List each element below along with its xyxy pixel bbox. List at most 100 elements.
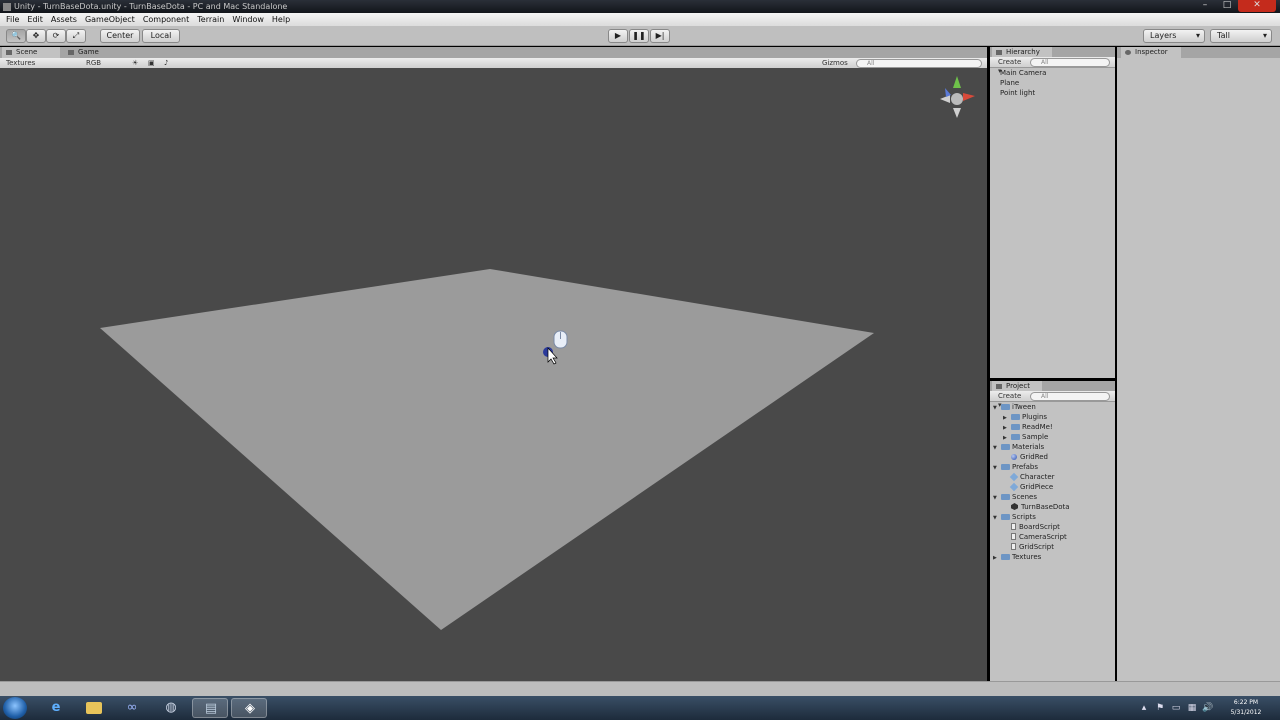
project-item[interactable]: Character bbox=[1003, 472, 1055, 482]
inspector-tabbar: Inspector bbox=[1117, 47, 1280, 58]
project-item-label: ReadMe! bbox=[1022, 423, 1053, 431]
windows-taskbar: e ∞ ◍ ▤ ◈ ▴ ⚑ ▭ ▦ 🔊 6:22 PM 5/31/2012 bbox=[0, 696, 1280, 720]
infinity-icon: ∞ bbox=[126, 700, 138, 715]
space-toggle-button[interactable]: Local bbox=[142, 29, 180, 43]
minimize-button[interactable]: – bbox=[1194, 0, 1216, 12]
hierarchy-create-dropdown[interactable]: Create ▾ bbox=[998, 58, 1026, 75]
lighting-toggle[interactable]: ☀ bbox=[132, 59, 142, 68]
pause-button[interactable]: ❚❚ bbox=[629, 29, 649, 43]
hierarchy-item-label: Plane bbox=[1000, 79, 1020, 87]
project-search-input[interactable]: All bbox=[1030, 392, 1110, 401]
hierarchy-item[interactable]: Main Camera bbox=[1000, 68, 1046, 78]
project-item[interactable]: TurnBaseDota bbox=[1003, 502, 1070, 512]
flag-icon[interactable]: ⚑ bbox=[1152, 696, 1168, 720]
tab-scene[interactable]: Scene bbox=[2, 47, 60, 58]
menu-component[interactable]: Component bbox=[139, 13, 193, 26]
info-icon bbox=[1125, 50, 1131, 55]
start-button[interactable] bbox=[3, 697, 27, 719]
close-button[interactable]: ✕ bbox=[1238, 0, 1276, 12]
expand-down-icon[interactable]: ▼ bbox=[993, 493, 1001, 503]
rotate-tool-button[interactable]: ⟳ bbox=[46, 29, 66, 43]
hierarchy-control-bar: Create ▾ All bbox=[990, 57, 1115, 75]
tab-inspector[interactable]: Inspector bbox=[1121, 47, 1181, 58]
pivot-label: Center bbox=[106, 31, 134, 40]
hand-tool-button[interactable]: 🔍 bbox=[6, 29, 26, 43]
project-item[interactable]: CameraScript bbox=[1003, 532, 1067, 542]
project-item[interactable]: BoardScript bbox=[1003, 522, 1060, 532]
project-item[interactable]: GridRed bbox=[1003, 452, 1048, 462]
gizmo-z-axis[interactable] bbox=[945, 88, 951, 97]
taskbar-ie[interactable]: e bbox=[38, 698, 74, 718]
taskbar-unity[interactable]: ◈ bbox=[231, 698, 267, 718]
script-icon bbox=[1011, 543, 1016, 550]
hierarchy-item[interactable]: Point light bbox=[1000, 88, 1035, 98]
clock-time: 6:22 PM bbox=[1233, 699, 1259, 706]
taskbar-explorer[interactable] bbox=[76, 698, 112, 718]
step-button[interactable]: ▶| bbox=[650, 29, 670, 43]
project-icon bbox=[996, 384, 1002, 389]
gizmo-neg-y-axis[interactable] bbox=[953, 108, 961, 118]
rotate-icon: ⟳ bbox=[52, 31, 60, 40]
scale-tool-button[interactable]: ⤢ bbox=[66, 29, 86, 43]
menu-gameobject[interactable]: GameObject bbox=[81, 13, 139, 26]
folder-icon bbox=[1011, 414, 1020, 420]
project-create-dropdown[interactable]: Create ▾ bbox=[998, 392, 1026, 409]
hierarchy-item[interactable]: Plane bbox=[1000, 78, 1019, 88]
project-item-label: BoardScript bbox=[1019, 523, 1060, 531]
taskbar-app[interactable]: ∞ bbox=[114, 698, 150, 718]
show-hidden-icons[interactable]: ▴ bbox=[1136, 696, 1152, 720]
project-item-label: Textures bbox=[1012, 553, 1042, 561]
draw-mode-dropdown[interactable]: Textures bbox=[6, 59, 76, 68]
project-item-label: Prefabs bbox=[1012, 463, 1038, 471]
prefab-icon bbox=[1009, 482, 1019, 492]
document-icon: ▤ bbox=[204, 701, 218, 716]
pivot-toggle-button[interactable]: Center bbox=[100, 29, 140, 43]
move-tool-button[interactable]: ✥ bbox=[26, 29, 46, 43]
layout-dropdown[interactable]: Tall ▾ bbox=[1210, 29, 1272, 43]
scene-search-input[interactable]: All bbox=[856, 59, 982, 68]
scene-tabbar: Scene Game bbox=[0, 47, 987, 58]
folder-icon bbox=[1011, 434, 1020, 440]
network-icon[interactable]: ▦ bbox=[1184, 696, 1200, 720]
sun-icon: ☀ bbox=[132, 59, 139, 67]
taskbar-clock[interactable]: 6:22 PM 5/31/2012 bbox=[1226, 698, 1266, 718]
ground-plane[interactable] bbox=[100, 269, 874, 630]
gizmo-neg-x-axis[interactable] bbox=[940, 95, 950, 103]
folder-icon bbox=[1001, 464, 1010, 470]
audio-toggle[interactable]: ♪ bbox=[164, 59, 174, 68]
volume-icon[interactable]: 🔊 bbox=[1200, 696, 1216, 720]
expand-down-icon[interactable]: ▼ bbox=[993, 513, 1001, 523]
expand-down-icon[interactable]: ▼ bbox=[993, 463, 1001, 473]
material-icon bbox=[1011, 454, 1017, 460]
tab-game[interactable]: Game bbox=[64, 47, 122, 58]
menu-terrain[interactable]: Terrain bbox=[193, 13, 228, 26]
menu-help[interactable]: Help bbox=[268, 13, 294, 26]
menu-assets[interactable]: Assets bbox=[47, 13, 81, 26]
menu-edit[interactable]: Edit bbox=[23, 13, 47, 26]
expand-down-icon[interactable]: ▼ bbox=[993, 403, 1001, 413]
step-icon: ▶| bbox=[655, 31, 665, 40]
maximize-button[interactable]: □ bbox=[1216, 0, 1238, 12]
menu-window[interactable]: Window bbox=[228, 13, 268, 26]
scene-viewport[interactable] bbox=[0, 68, 987, 681]
taskbar-app[interactable]: ▤ bbox=[192, 698, 228, 718]
render-mode-dropdown[interactable]: RGB bbox=[86, 59, 124, 68]
gizmo-y-axis[interactable] bbox=[953, 76, 961, 88]
project-item[interactable]: GridScript bbox=[1003, 542, 1054, 552]
taskbar-app[interactable]: ◍ bbox=[153, 698, 189, 718]
gizmos-dropdown[interactable]: Gizmos bbox=[822, 59, 852, 68]
monitor-icon[interactable]: ▭ bbox=[1168, 696, 1184, 720]
hierarchy-search-input[interactable]: All bbox=[1030, 58, 1110, 67]
layers-dropdown[interactable]: Layers ▾ bbox=[1143, 29, 1205, 43]
gizmo-x-axis[interactable] bbox=[963, 93, 975, 101]
expand-right-icon[interactable]: ▶ bbox=[993, 553, 1001, 563]
menu-file[interactable]: File bbox=[2, 13, 23, 26]
image-icon: ▣ bbox=[148, 59, 155, 67]
scene-gizmo[interactable] bbox=[940, 76, 975, 118]
play-button[interactable]: ▶ bbox=[608, 29, 628, 43]
project-item[interactable]: ▶ Textures bbox=[993, 552, 1041, 563]
expand-down-icon[interactable]: ▼ bbox=[993, 443, 1001, 453]
chevron-down-icon: ▾ bbox=[1195, 31, 1200, 40]
project-item[interactable]: GridPiece bbox=[1003, 482, 1053, 492]
image-toggle[interactable]: ▣ bbox=[148, 59, 158, 68]
